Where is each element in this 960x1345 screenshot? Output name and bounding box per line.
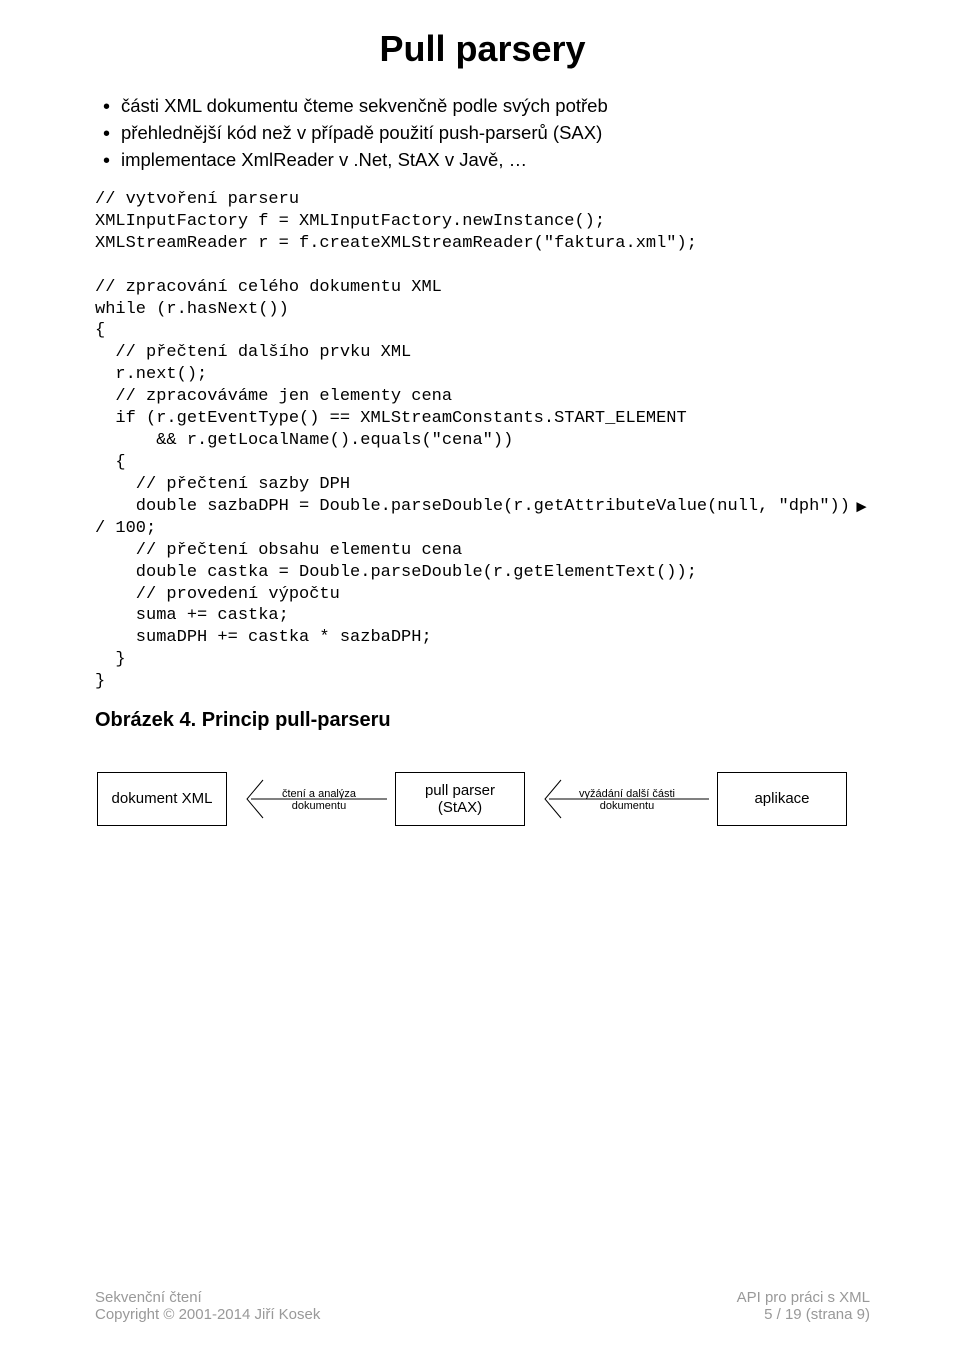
bullet-item: implementace XmlReader v .Net, StAX v Ja… xyxy=(95,148,870,173)
arrow-label: čtení a analýza dokumentu xyxy=(269,788,369,812)
code-line: r.next(); xyxy=(95,365,207,384)
footer-page-number: 5 / 19 (strana 9) xyxy=(737,1306,870,1323)
arrow-label: vyžádání další části dokumentu xyxy=(567,788,687,812)
code-line: // vytvoření parseru xyxy=(95,190,299,209)
bullet-item: přehlednější kód než v případě použití p… xyxy=(95,121,870,146)
code-line: // přečtení sazby DPH xyxy=(95,475,350,494)
footer-doc-title: API pro práci s XML xyxy=(737,1289,870,1306)
page: Pull parsery části XML dokumentu čteme s… xyxy=(0,0,960,1345)
footer-left: Sekvenční čtení Copyright © 2001-2014 Ji… xyxy=(95,1289,320,1323)
footer-copyright: Copyright © 2001-2014 Jiří Kosek xyxy=(95,1306,320,1323)
code-line: if (r.getEventType() == XMLStreamConstan… xyxy=(95,409,687,428)
diagram-box-application: aplikace xyxy=(717,772,847,826)
code-line: double sazbaDPH = Double.parseDouble(r.g… xyxy=(95,497,850,516)
code-line: sumaDPH += castka * sazbaDPH; xyxy=(95,628,432,647)
diagram-box-xml-document: dokument XML xyxy=(97,772,227,826)
diagram: dokument XML čtení a analýza dokumentu p… xyxy=(97,754,870,854)
code-line: // přečtení obsahu elementu cena xyxy=(95,541,462,560)
code-line: XMLInputFactory f = XMLInputFactory.newI… xyxy=(95,212,605,231)
footer-section-name: Sekvenční čtení xyxy=(95,1289,320,1306)
diagram-box-pull-parser: pull parser (StAX) xyxy=(395,772,525,826)
page-footer: Sekvenční čtení Copyright © 2001-2014 Ji… xyxy=(95,1289,870,1323)
diagram-box-label: dokument XML xyxy=(112,790,213,807)
diagram-box-label: (StAX) xyxy=(438,799,482,816)
arrow-label-line: dokumentu xyxy=(269,800,369,812)
page-title: Pull parsery xyxy=(95,28,870,70)
code-line: } xyxy=(95,672,105,691)
arrow-label-line: čtení a analýza xyxy=(269,788,369,800)
code-line: { xyxy=(95,321,105,340)
code-line: // přečtení dalšího prvku XML xyxy=(95,343,411,362)
code-line: double castka = Double.parseDouble(r.get… xyxy=(95,563,697,582)
code-line: // zpracování celého dokumentu XML xyxy=(95,278,442,297)
diagram-box-label: pull parser xyxy=(425,782,495,799)
bullet-item: části XML dokumentu čteme sekvenčně podl… xyxy=(95,94,870,119)
code-line: / 100; xyxy=(95,519,156,538)
code-line: { xyxy=(95,453,126,472)
continuation-marker-icon: ► xyxy=(853,496,870,518)
code-block: // vytvoření parseru XMLInputFactory f =… xyxy=(95,189,870,693)
diagram-box-label: aplikace xyxy=(754,790,809,807)
code-line: // zpracováváme jen elementy cena xyxy=(95,387,452,406)
arrow-label-line: dokumentu xyxy=(567,800,687,812)
figure-title: Obrázek 4. Princip pull-parseru xyxy=(95,709,870,732)
arrow-label-line: vyžádání další části xyxy=(567,788,687,800)
footer-right: API pro práci s XML 5 / 19 (strana 9) xyxy=(737,1289,870,1323)
code-line: while (r.hasNext()) xyxy=(95,300,289,319)
code-line: && r.getLocalName().equals("cena")) xyxy=(95,431,513,450)
bullet-list: části XML dokumentu čteme sekvenčně podl… xyxy=(95,94,870,173)
code-line: // provedení výpočtu xyxy=(95,585,340,604)
code-line: XMLStreamReader r = f.createXMLStreamRea… xyxy=(95,234,697,253)
code-line: suma += castka; xyxy=(95,606,289,625)
code-line: } xyxy=(95,650,126,669)
